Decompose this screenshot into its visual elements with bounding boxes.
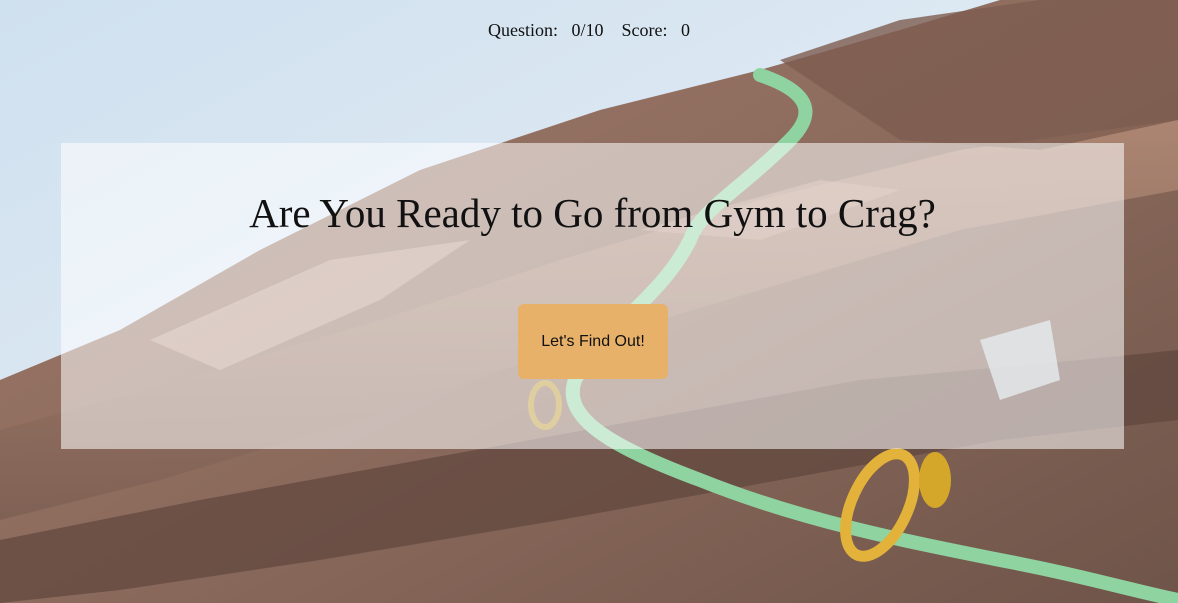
score-label: Score: [621,20,668,40]
score-value: 0 [681,20,690,40]
page-title: Are You Ready to Go from Gym to Crag? [249,190,936,236]
question-counter: 0/10 [571,20,604,40]
question-label: Question: [488,20,558,40]
intro-panel: Are You Ready to Go from Gym to Crag? Le… [61,143,1124,449]
start-quiz-button[interactable]: Let's Find Out! [518,304,668,379]
quiz-status: Question: 0/10 Score: 0 [0,20,1178,41]
